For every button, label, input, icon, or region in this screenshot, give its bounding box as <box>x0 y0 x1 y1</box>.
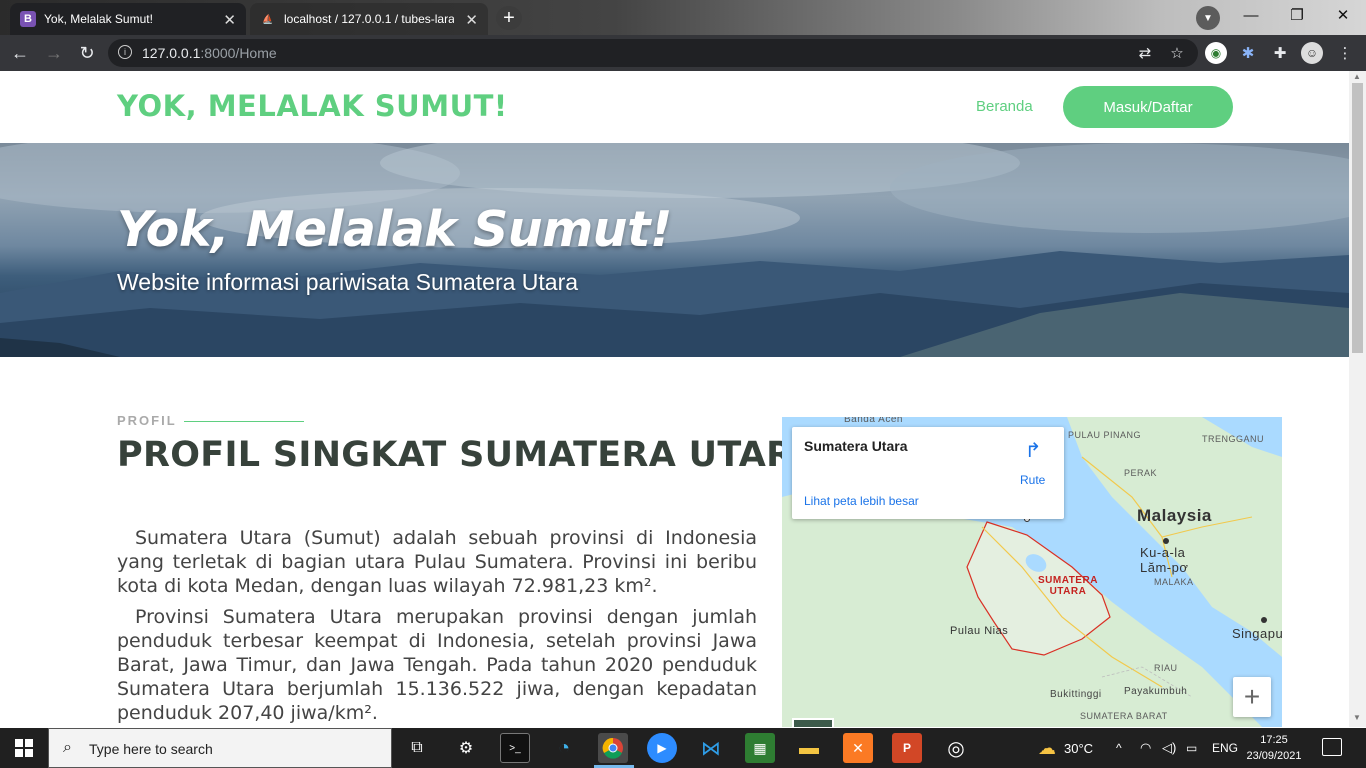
spreadsheet-app-icon[interactable]: ▦ <box>745 733 775 763</box>
map-label-province: SUMATERA UTARA <box>1038 575 1098 597</box>
windows-logo-icon <box>15 739 33 757</box>
media-player-icon[interactable]: ◎ <box>941 733 971 763</box>
section-label: PROFIL <box>117 413 177 428</box>
hero-title: Yok, Melalak Sumut! <box>117 201 672 258</box>
map-label: MALAKA <box>1154 577 1194 587</box>
back-icon[interactable]: ← <box>8 41 32 65</box>
language-indicator[interactable]: ENG <box>1212 728 1238 768</box>
map-label: Pulau Nias <box>950 625 1009 637</box>
route-link[interactable]: Rute <box>1020 473 1045 487</box>
map-label: TRENGGANU <box>1202 434 1265 444</box>
weather-cloud-sun-icon: ☁ <box>1038 737 1056 758</box>
search-icon: ⌕ <box>63 739 72 756</box>
hero-banner: Yok, Melalak Sumut! Website informasi pa… <box>0 143 1349 357</box>
map-place-card: Sumatera Utara ↱ Rute Lihat peta lebih b… <box>792 427 1064 519</box>
url-text: 127.0.0.1:8000/Home <box>142 45 277 61</box>
bootstrap-favicon-icon: B <box>20 11 36 27</box>
map-label: PULAU PINANG <box>1068 430 1142 440</box>
extensions-icon[interactable]: ✚ <box>1269 42 1291 64</box>
map-zoom-in-button[interactable]: + <box>1233 677 1271 717</box>
volume-icon[interactable]: ◁) <box>1162 728 1176 768</box>
site-info-icon[interactable]: i <box>118 45 132 59</box>
map-label: RIAU <box>1154 663 1178 673</box>
browser-tab-phpmyadmin[interactable]: ⛵ localhost / 127.0.0.1 / tubes-larav ✕ <box>250 3 488 35</box>
extension-chrome-icon[interactable]: ◉ <box>1205 42 1227 64</box>
translate-icon[interactable]: ⇄ <box>1134 42 1156 64</box>
view-larger-map-link[interactable]: Lihat peta lebih besar <box>804 494 919 508</box>
map-label: Banda Aceh <box>844 417 903 425</box>
page-viewport: YOK, MELALAK SUMUT! Beranda Masuk/Daftar… <box>0 71 1349 727</box>
browser-tab-active[interactable]: B Yok, Melalak Sumut! ✕ <box>10 3 246 35</box>
map-label-city: Ku-a-la Lăm-pơ <box>1140 545 1189 575</box>
chrome-logo-icon <box>602 737 623 759</box>
reload-icon[interactable]: ↻ <box>75 41 99 65</box>
settings-gear-icon[interactable]: ⚙ <box>451 733 481 763</box>
notification-center-icon[interactable] <box>1322 738 1342 756</box>
map-label: Bukittinggi <box>1050 689 1102 700</box>
map-place-name: Sumatera Utara <box>804 438 908 454</box>
vscode-icon[interactable]: ⋈ <box>696 733 726 763</box>
map-label-country: Malaysia <box>1137 506 1212 525</box>
tab-title: localhost / 127.0.0.1 / tubes-larav <box>284 12 454 26</box>
google-map-embed[interactable]: Banda Aceh PULAU PINANG TRENGGANU PERAK … <box>782 417 1282 727</box>
site-navbar: YOK, MELALAK SUMUT! Beranda Masuk/Daftar <box>0 71 1349 143</box>
windows-taskbar: ⌕ Type here to search ⧉ ⚙ >_ ◔ ▶ ⋈ ▦ ▬ ✕… <box>0 728 1366 768</box>
section-divider <box>184 421 304 422</box>
wifi-icon[interactable]: ◠ <box>1140 728 1151 768</box>
menu-icon[interactable]: ⋮ <box>1334 42 1356 64</box>
new-tab-button[interactable]: + <box>496 6 522 30</box>
task-view-icon[interactable]: ⧉ <box>402 733 432 763</box>
scroll-down-icon[interactable]: ▼ <box>1353 713 1361 722</box>
file-explorer-icon[interactable]: ▬ <box>794 733 824 763</box>
zoom-app-icon[interactable]: ▶ <box>647 733 677 763</box>
windows-start-button[interactable] <box>0 728 48 768</box>
bookmark-star-icon[interactable]: ☆ <box>1166 42 1188 64</box>
address-bar[interactable]: i 127.0.0.1:8000/Home ⇄ ☆ <box>108 39 1198 67</box>
edge-browser-icon[interactable]: ◔ <box>549 733 579 763</box>
profile-paragraph-1: Sumatera Utara (Sumut) adalah sebuah pro… <box>117 527 757 597</box>
extension-puzzle-blue-icon[interactable]: ✱ <box>1237 42 1259 64</box>
scroll-up-icon[interactable]: ▲ <box>1353 72 1361 81</box>
forward-icon[interactable]: → <box>42 41 66 65</box>
map-label: Payakumbuh <box>1124 686 1188 697</box>
phpmyadmin-favicon-icon: ⛵ <box>262 13 274 24</box>
xampp-icon[interactable]: ✕ <box>843 733 873 763</box>
chrome-browser-icon[interactable] <box>598 733 628 763</box>
hero-subtitle: Website informasi pariwisata Sumatera Ut… <box>117 269 579 295</box>
restore-icon[interactable]: ❐ <box>1274 0 1320 30</box>
search-placeholder: Type here to search <box>89 741 213 757</box>
section-title: PROFIL SINGKAT SUMATERA UTARA <box>117 435 821 475</box>
weather-widget[interactable]: ☁ 30°C <box>1038 728 1093 768</box>
profile-avatar[interactable]: ☺ <box>1301 42 1323 64</box>
map-layer-toggle[interactable] <box>792 718 834 727</box>
map-label: SUMATERA BARAT <box>1080 711 1168 721</box>
battery-icon[interactable]: ▭ <box>1186 728 1197 768</box>
tray-overflow-icon[interactable]: ^ <box>1116 728 1122 768</box>
close-window-icon[interactable]: ✕ <box>1320 0 1366 30</box>
nav-link-beranda[interactable]: Beranda <box>976 98 1033 115</box>
profile-paragraph-2: Provinsi Sumatera Utara merupakan provin… <box>117 606 757 724</box>
page-scrollbar[interactable]: ▲ ▼ <box>1349 71 1366 727</box>
clock-time: 17:25 <box>1260 734 1288 746</box>
clock-date: 23/09/2021 <box>1246 750 1302 762</box>
tab-close-icon[interactable]: ✕ <box>465 11 478 29</box>
taskbar-search[interactable]: ⌕ Type here to search <box>48 728 392 768</box>
tab-search-icon[interactable]: ▼ <box>1196 6 1220 30</box>
tab-title: Yok, Melalak Sumut! <box>44 12 153 26</box>
taskbar-clock[interactable]: 17:25 23/09/2021 <box>1246 732 1302 764</box>
browser-tabstrip: B Yok, Melalak Sumut! ✕ ⛵ localhost / 12… <box>0 0 1366 35</box>
map-label-city: Singapu <box>1232 626 1282 641</box>
scrollbar-thumb[interactable] <box>1352 83 1363 353</box>
login-register-button[interactable]: Masuk/Daftar <box>1063 86 1233 128</box>
minimize-icon[interactable]: — <box>1228 0 1274 30</box>
powerpoint-icon[interactable]: P <box>892 733 922 763</box>
map-label: PERAK <box>1124 468 1158 478</box>
directions-icon[interactable]: ↱ <box>1020 437 1046 463</box>
terminal-icon[interactable]: >_ <box>500 733 530 763</box>
tab-close-icon[interactable]: ✕ <box>223 11 236 29</box>
weather-temp: 30°C <box>1064 740 1094 756</box>
site-brand[interactable]: YOK, MELALAK SUMUT! <box>117 89 508 123</box>
browser-toolbar: ← → ↻ i 127.0.0.1:8000/Home ⇄ ☆ ◉ ✱ ✚ ☺ … <box>0 35 1366 71</box>
